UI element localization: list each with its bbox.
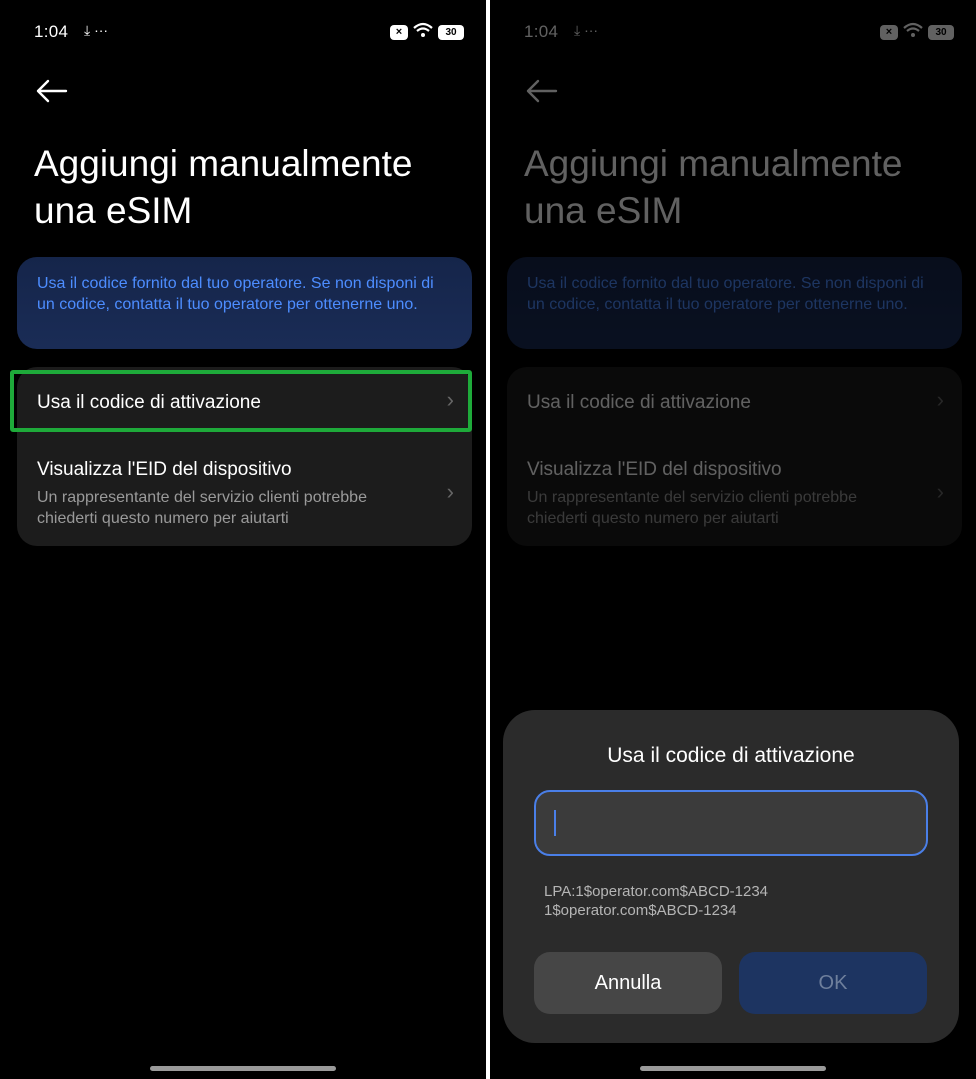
battery-icon: 30 (438, 25, 464, 40)
sim-off-icon: × (390, 25, 408, 40)
dialog-title: Usa il codice di attivazione (607, 744, 855, 767)
page-title-line1: Aggiungi manualmente (34, 143, 413, 184)
status-bar: 1:04 ⤓ ··· × 30 (34, 20, 464, 44)
format-hint-line2: 1$operator.com$ABCD-1234 (544, 902, 737, 919)
chevron-right-icon: › (446, 479, 454, 504)
ok-button[interactable]: OK (739, 952, 927, 1014)
cancel-button[interactable]: Annulla (534, 952, 722, 1014)
status-extra-icons: ⤓ ··· (84, 22, 109, 38)
page-title: Aggiungi manualmente una eSIM (34, 140, 466, 234)
activation-code-dialog: Usa il codice di attivazione LPA:1$opera… (503, 710, 959, 1043)
text-cursor (554, 810, 556, 836)
format-hint-line1: LPA:1$operator.com$ABCD-1234 (544, 883, 769, 900)
status-time: 1:04 (34, 22, 69, 41)
info-banner: Usa il codice fornito dal tuo operatore.… (17, 257, 472, 349)
wifi-icon (412, 22, 434, 43)
phone-screen-right: 1:04 ⤓ ··· × 30 Aggiungi manualmente una… (490, 0, 976, 1079)
option-view-eid[interactable]: Visualizza l'EID del dispositivo Un rapp… (17, 447, 472, 537)
highlight-box (10, 370, 472, 432)
option-view-eid-subtitle: Un rappresentante del servizio clienti p… (37, 489, 367, 527)
option-view-eid-label: Visualizza l'EID del dispositivo (37, 459, 292, 480)
back-arrow-icon[interactable] (34, 76, 68, 106)
activation-code-input[interactable] (534, 790, 928, 856)
home-indicator[interactable] (150, 1066, 336, 1071)
page-title-line2: una eSIM (34, 190, 193, 231)
home-indicator[interactable] (640, 1066, 826, 1071)
phone-screen-left: 1:04 ⤓ ··· × 30 Aggiungi manualmente una… (0, 0, 486, 1079)
format-hint: LPA:1$operator.com$ABCD-1234 1$operator.… (544, 882, 768, 920)
